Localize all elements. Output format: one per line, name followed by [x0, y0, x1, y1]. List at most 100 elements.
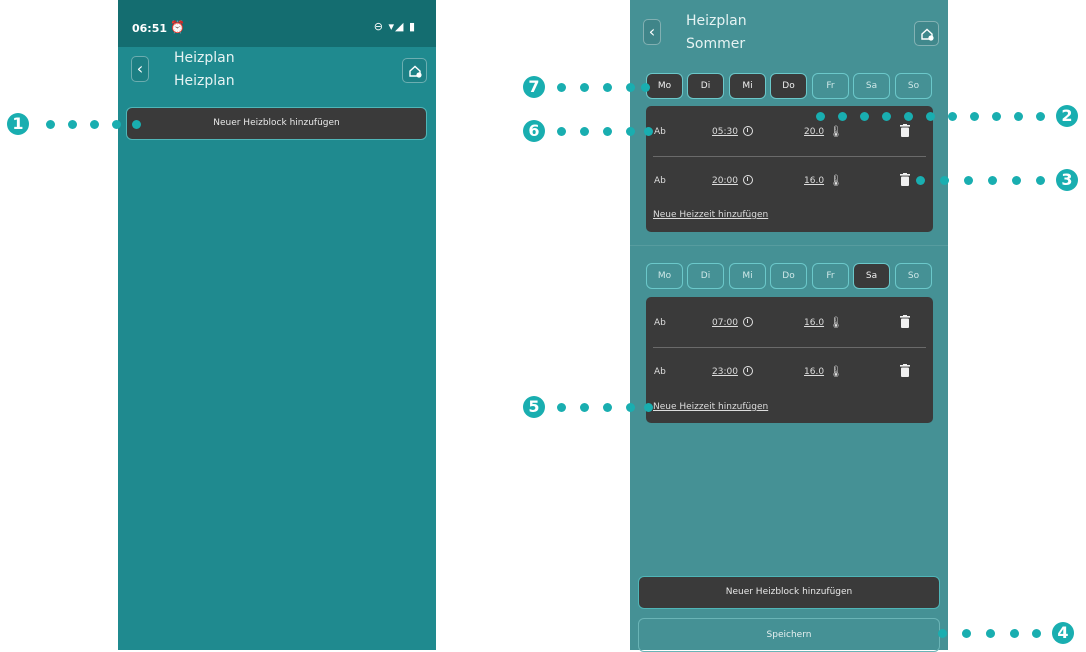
- annotation-badge-2: 2: [1056, 105, 1078, 127]
- heating-time-entry: Ab 07:00 16.0 🌡: [646, 312, 933, 336]
- annotation-dot: [926, 112, 935, 121]
- right-phone-screen: ‹ Heizplan Sommer Mo Di Mi Do Fr Sa So A…: [630, 0, 948, 652]
- annotation-dot: [603, 403, 612, 412]
- day-toggle-di[interactable]: Di: [687, 73, 724, 99]
- temperature-value[interactable]: 16.0: [804, 318, 824, 328]
- annotation-dot: [644, 127, 653, 136]
- annotation-dot: [626, 127, 635, 136]
- annotation-dot: [1036, 176, 1045, 185]
- time-value[interactable]: 05:30: [712, 127, 738, 137]
- temperature-value[interactable]: 20.0: [804, 127, 824, 137]
- trash-icon[interactable]: [900, 124, 910, 137]
- annotation-dot: [816, 112, 825, 121]
- trash-icon[interactable]: [900, 315, 910, 328]
- annotation-dot: [970, 112, 979, 121]
- trash-icon[interactable]: [900, 173, 910, 186]
- from-label: Ab: [654, 127, 666, 137]
- annotation-dot: [580, 403, 589, 412]
- divider: [653, 156, 926, 157]
- day-toggle-mo[interactable]: Mo: [646, 73, 683, 99]
- add-heating-time-link[interactable]: Neue Heizzeit hinzufügen: [653, 402, 768, 412]
- heating-time-entry: Ab 20:00 16.0 🌡: [646, 170, 933, 194]
- annotation-dot: [557, 83, 566, 92]
- home-icon: [409, 65, 422, 78]
- annotation-badge-5: 5: [523, 396, 545, 418]
- add-heating-time-link[interactable]: Neue Heizzeit hinzufügen: [653, 210, 768, 220]
- annotation-badge-4: 4: [1052, 622, 1074, 644]
- annotation-badge-6: 6: [523, 120, 545, 142]
- annotation-dot: [916, 176, 925, 185]
- alarm-icon: ⏰: [170, 20, 185, 34]
- status-time: 06:51: [132, 22, 168, 35]
- annotation-dot: [112, 120, 121, 129]
- heating-time-entry: Ab 23:00 16.0 🌡: [646, 361, 933, 385]
- annotation-dot: [1036, 112, 1045, 121]
- back-button[interactable]: ‹: [643, 19, 661, 45]
- temperature-value[interactable]: 16.0: [804, 367, 824, 377]
- time-value[interactable]: 20:00: [712, 176, 738, 186]
- weekday-selector: Mo Di Mi Do Fr Sa So: [646, 263, 932, 289]
- annotation-dot: [992, 112, 1001, 121]
- thermometer-icon: 🌡: [829, 365, 843, 378]
- annotation-dot: [626, 83, 635, 92]
- status-bar: 06:51 ⏰ ⊖ ▾◢ ▮: [118, 0, 436, 47]
- day-toggle-do[interactable]: Do: [770, 73, 807, 99]
- from-label: Ab: [654, 367, 666, 377]
- time-value[interactable]: 07:00: [712, 318, 738, 328]
- annotation-dot: [626, 403, 635, 412]
- day-toggle-so[interactable]: So: [895, 73, 932, 99]
- annotation-badge-3: 3: [1056, 169, 1078, 191]
- day-toggle-mi[interactable]: Mi: [729, 73, 766, 99]
- annotation-dot: [46, 120, 55, 129]
- day-toggle-sa[interactable]: Sa: [853, 263, 890, 289]
- home-settings-button[interactable]: [402, 58, 427, 83]
- day-toggle-mo[interactable]: Mo: [646, 263, 683, 289]
- day-toggle-di[interactable]: Di: [687, 263, 724, 289]
- page-title: Heizplan: [174, 50, 235, 66]
- heating-block-card: Ab 05:30 20.0 🌡 Ab 20:00 16.0 🌡 Neue Hei…: [646, 106, 933, 232]
- clock-icon: [743, 366, 753, 376]
- annotation-dot: [860, 112, 869, 121]
- day-toggle-so[interactable]: So: [895, 263, 932, 289]
- annotation-dot: [904, 112, 913, 121]
- annotation-dot: [1012, 176, 1021, 185]
- annotation-dot: [557, 127, 566, 136]
- annotation-dot: [580, 83, 589, 92]
- day-toggle-fr[interactable]: Fr: [812, 73, 849, 99]
- from-label: Ab: [654, 176, 666, 186]
- annotation-dot: [940, 176, 949, 185]
- thermometer-icon: 🌡: [829, 174, 843, 187]
- day-toggle-sa[interactable]: Sa: [853, 73, 890, 99]
- annotation-dot: [1032, 629, 1041, 638]
- home-settings-button[interactable]: [914, 21, 939, 46]
- page-subtitle: Heizplan: [174, 73, 235, 89]
- annotation-dot: [68, 120, 77, 129]
- thermometer-icon: 🌡: [829, 316, 843, 329]
- day-toggle-do[interactable]: Do: [770, 263, 807, 289]
- annotation-dot: [644, 403, 653, 412]
- heating-block-card: Ab 07:00 16.0 🌡 Ab 23:00 16.0 🌡 Neue Hei…: [646, 297, 933, 423]
- annotation-dot: [838, 112, 847, 121]
- trash-icon[interactable]: [900, 364, 910, 377]
- annotation-dot: [948, 112, 957, 121]
- annotation-dot: [580, 127, 589, 136]
- divider: [653, 347, 926, 348]
- add-heating-block-button[interactable]: Neuer Heizblock hinzufügen: [638, 576, 940, 609]
- annotation-dot: [557, 403, 566, 412]
- temperature-value[interactable]: 16.0: [804, 176, 824, 186]
- thermometer-icon: 🌡: [829, 125, 843, 138]
- time-value[interactable]: 23:00: [712, 367, 738, 377]
- clock-icon: [743, 317, 753, 327]
- back-button[interactable]: ‹: [131, 56, 149, 82]
- status-icons: ⊖ ▾◢ ▮: [373, 20, 416, 33]
- annotation-dot: [882, 112, 891, 121]
- day-toggle-fr[interactable]: Fr: [812, 263, 849, 289]
- save-button[interactable]: Speichern: [638, 618, 940, 652]
- annotation-dot: [603, 127, 612, 136]
- add-heating-block-button[interactable]: Neuer Heizblock hinzufügen: [126, 107, 427, 140]
- day-toggle-mi[interactable]: Mi: [729, 263, 766, 289]
- annotation-dot: [603, 83, 612, 92]
- annotation-dot: [1010, 629, 1019, 638]
- chevron-left-icon: ‹: [648, 22, 656, 41]
- annotation-dot: [988, 176, 997, 185]
